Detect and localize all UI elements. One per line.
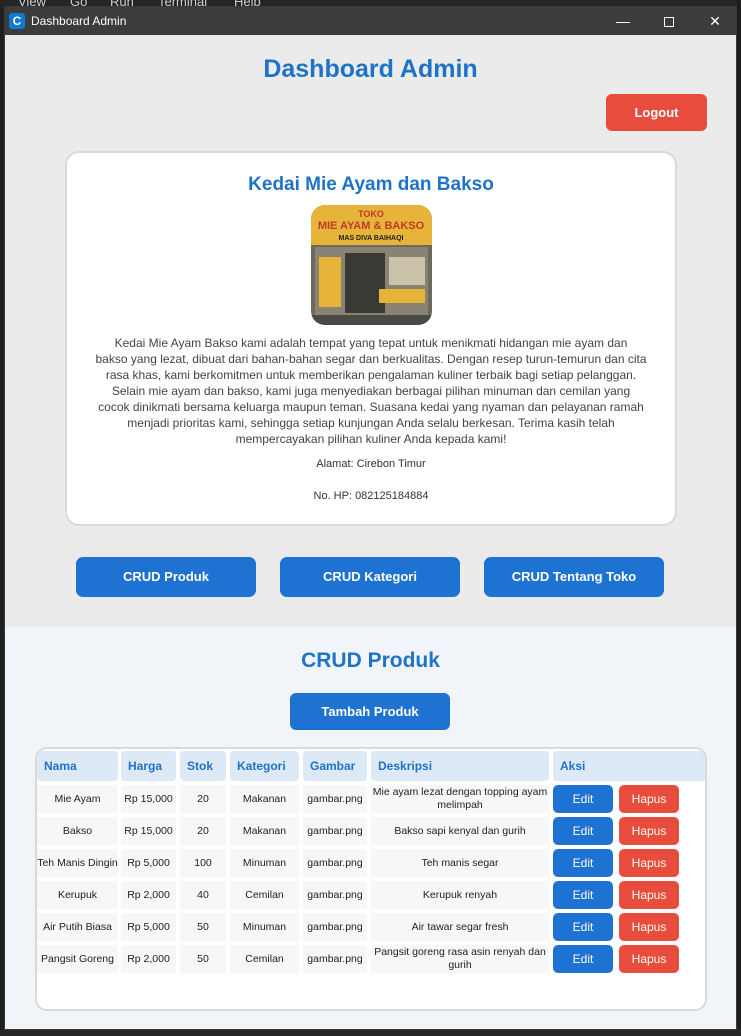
store-phone: No. HP: 082125184884 (313, 490, 429, 502)
store-description-line: Selain mie ayam dan bakso, kami juga men… (111, 384, 631, 398)
app-window: C Dashboard Admin — ✕ Dashboard Admin Lo… (4, 6, 737, 1030)
cell-deskripsi: Air tawar segar fresh (371, 913, 549, 941)
cell-gambar: gambar.png (303, 881, 367, 909)
delete-button[interactable]: Hapus (619, 913, 679, 941)
cell-deskripsi: Bakso sapi kenyal dan gurih (371, 817, 549, 845)
cell-gambar: gambar.png (303, 817, 367, 845)
cell-harga: Rp 15,000 (121, 817, 176, 845)
cell-nama: Pangsit Goreng (37, 945, 118, 973)
cell-harga: Rp 5,000 (121, 849, 176, 877)
cell-harga: Rp 2,000 (121, 945, 176, 973)
page-title: Dashboard Admin (263, 55, 478, 83)
cell-harga: Rp 2,000 (121, 881, 176, 909)
edit-button[interactable]: Edit (553, 817, 613, 845)
cell-deskripsi: Pangsit goreng rasa asin renyah dan guri… (371, 945, 549, 973)
cell-kategori: Minuman (230, 849, 299, 877)
cell-kategori: Makanan (230, 817, 299, 845)
delete-button[interactable]: Hapus (619, 945, 679, 973)
edit-button[interactable]: Edit (553, 881, 613, 909)
cell-deskripsi: Kerupuk renyah (371, 881, 549, 909)
edit-button[interactable]: Edit (553, 849, 613, 877)
delete-button[interactable]: Hapus (619, 817, 679, 845)
crud-tentang-toko-button[interactable]: CRUD Tentang Toko (484, 557, 664, 597)
column-header-aksi: Aksi (553, 751, 705, 781)
app-icon: C (9, 13, 25, 29)
column-header-kategori: Kategori (230, 751, 299, 781)
add-product-button[interactable]: Tambah Produk (290, 693, 450, 730)
store-description-line: mempercayakan pilihan kuliner Anda kepad… (235, 432, 507, 446)
product-table: Nama Harga Stok Kategori Gambar Deskrips… (35, 747, 707, 1011)
delete-button[interactable]: Hapus (619, 785, 679, 813)
cell-gambar: gambar.png (303, 913, 367, 941)
cell-gambar: gambar.png (303, 849, 367, 877)
column-header-stok: Stok (180, 751, 226, 781)
cell-deskripsi: Teh manis segar (371, 849, 549, 877)
cell-stok: 50 (180, 913, 226, 941)
title-bar: C Dashboard Admin — ✕ (5, 7, 736, 35)
cell-gambar: gambar.png (303, 785, 367, 813)
column-header-gambar: Gambar (303, 751, 367, 781)
store-address: Alamat: Cirebon Timur (316, 458, 426, 470)
close-icon[interactable]: ✕ (692, 7, 736, 35)
crud-kategori-button[interactable]: CRUD Kategori (280, 557, 460, 597)
column-header-nama: Nama (37, 751, 118, 781)
cell-stok: 20 (180, 817, 226, 845)
delete-button[interactable]: Hapus (619, 849, 679, 877)
edit-button[interactable]: Edit (553, 913, 613, 941)
cell-gambar: gambar.png (303, 945, 367, 973)
column-header-deskripsi: Deskripsi (371, 751, 549, 781)
background-editor-panel (0, 1030, 741, 1036)
cell-deskripsi: Mie ayam lezat dengan topping ayam melim… (371, 785, 549, 813)
minimize-icon[interactable]: — (600, 7, 646, 35)
store-info-card: Kedai Mie Ayam dan Bakso TOKO MIE AYAM &… (65, 151, 677, 526)
cell-kategori: Cemilan (230, 881, 299, 909)
store-description-line: cocok dinikmati bersama keluarga maupun … (98, 400, 644, 414)
cell-kategori: Cemilan (230, 945, 299, 973)
cell-stok: 100 (180, 849, 226, 877)
crud-produk-button[interactable]: CRUD Produk (76, 557, 256, 597)
crud-section-title: CRUD Produk (301, 649, 440, 672)
cell-kategori: Minuman (230, 913, 299, 941)
cell-nama: Teh Manis Dingin (37, 849, 118, 877)
cell-stok: 50 (180, 945, 226, 973)
store-description: Kedai Mie Ayam Bakso kami adalah tempat … (73, 335, 669, 447)
cell-harga: Rp 15,000 (121, 785, 176, 813)
store-name: Kedai Mie Ayam dan Bakso (248, 174, 494, 195)
delete-button[interactable]: Hapus (619, 881, 679, 909)
background-editor-edge (737, 0, 741, 1036)
crud-produk-section: CRUD Produk Tambah Produk Nama Harga Sto… (5, 627, 736, 1029)
sign-text-main: MIE AYAM & BAKSO (318, 220, 425, 232)
store-image: TOKO MIE AYAM & BAKSO MAS DIVA BAIHAQI (311, 205, 432, 325)
cell-kategori: Makanan (230, 785, 299, 813)
cell-stok: 20 (180, 785, 226, 813)
store-description-line: Kedai Mie Ayam Bakso kami adalah tempat … (114, 336, 628, 350)
store-description-line: bakso yang lezat, dibuat dari bahan-baha… (95, 352, 647, 366)
column-header-harga: Harga (121, 751, 176, 781)
store-description-line: rasa khas, kami berkomitmen untuk member… (105, 368, 637, 382)
cell-nama: Air Putih Biasa (37, 913, 118, 941)
edit-button[interactable]: Edit (553, 785, 613, 813)
cell-nama: Kerupuk (37, 881, 118, 909)
cell-nama: Mie Ayam (37, 785, 118, 813)
cell-nama: Bakso (37, 817, 118, 845)
cell-harga: Rp 5,000 (121, 913, 176, 941)
window-title: Dashboard Admin (31, 14, 127, 28)
sign-text-owner: MAS DIVA BAIHAQI (339, 235, 404, 242)
logout-button[interactable]: Logout (606, 94, 707, 131)
store-description-line: menjadi prioritas kami, sehingga setiap … (127, 416, 615, 430)
edit-button[interactable]: Edit (553, 945, 613, 973)
cell-stok: 40 (180, 881, 226, 909)
maximize-icon[interactable] (646, 7, 692, 35)
sign-text-top: TOKO (358, 209, 384, 219)
